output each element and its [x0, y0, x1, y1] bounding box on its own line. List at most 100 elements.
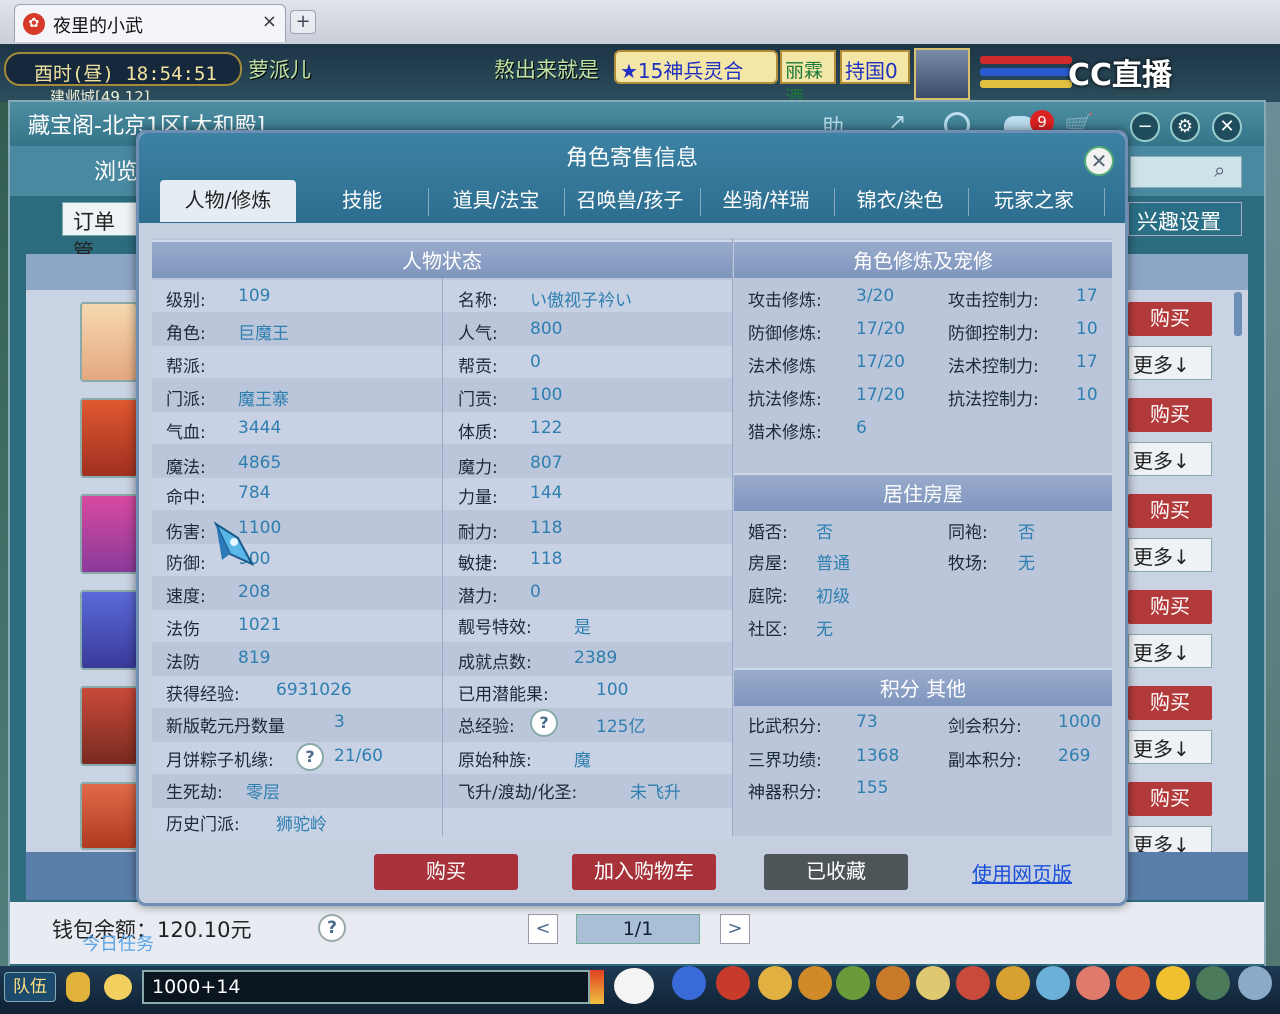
cultivation-value: 17/20: [856, 352, 905, 372]
npc-chat-text: 熬出来就是: [494, 58, 599, 82]
tab-player-home[interactable]: 玩家之家: [968, 180, 1100, 222]
browser-tab[interactable]: ✿ 夜里的小武 ×: [14, 4, 286, 42]
stat-value: 零层: [246, 783, 280, 803]
favorited-button[interactable]: 已收藏: [764, 854, 908, 890]
stat-label: 人气:: [458, 324, 498, 344]
settings-icon[interactable]: ⚙: [1170, 112, 1200, 142]
stat-value: 3444: [238, 418, 282, 438]
stat-label: 魔力:: [458, 458, 498, 478]
guild-icon[interactable]: [956, 966, 990, 1000]
skill-icon[interactable]: [798, 966, 832, 1000]
emote-icon[interactable]: [1156, 966, 1190, 1000]
stat-label: 新版乾元丹数量: [166, 717, 285, 737]
listing-scrollbar[interactable]: [1234, 292, 1242, 336]
tab-items[interactable]: 道具/法宝: [432, 180, 560, 222]
computer-icon[interactable]: [1238, 966, 1272, 1000]
stat-value: 魔: [574, 751, 591, 771]
listing-buy-button[interactable]: 购买: [1128, 782, 1212, 816]
listing-buy-button[interactable]: 购买: [1128, 590, 1212, 624]
interest-settings-button[interactable]: 兴趣设置: [1128, 202, 1242, 236]
new-tab-button[interactable]: +: [290, 10, 316, 34]
listing-buy-button[interactable]: 购买: [1128, 302, 1212, 336]
pet-icon[interactable]: [614, 968, 654, 1004]
stat-value: 208: [238, 582, 271, 602]
mic-icon[interactable]: [66, 972, 90, 1002]
help-question-icon[interactable]: ?: [318, 914, 346, 942]
team-button[interactable]: 队伍: [4, 972, 56, 1002]
prev-page-button[interactable]: <: [528, 914, 558, 944]
stat-value: 1021: [238, 615, 282, 635]
mooncake-help-icon[interactable]: ?: [296, 743, 324, 771]
listing-buy-button[interactable]: 购买: [1128, 494, 1212, 528]
daily-task-link[interactable]: 今日任务: [82, 930, 154, 956]
team-icon[interactable]: [836, 966, 870, 1000]
stat-label: 级别:: [166, 291, 206, 311]
hud-chip-2[interactable]: 丽霖酒: [780, 50, 836, 109]
stat-label: 总经验:: [458, 717, 515, 737]
tab-skills[interactable]: 技能: [298, 180, 426, 222]
player-portrait[interactable]: [914, 48, 970, 100]
listing-avatar[interactable]: [80, 494, 138, 574]
stat-value: 819: [238, 648, 271, 668]
close-icon[interactable]: ✕: [1212, 112, 1242, 142]
tab-close-icon[interactable]: ×: [262, 11, 277, 32]
total-exp-help-icon[interactable]: ?: [530, 709, 558, 737]
bag-icon[interactable]: [716, 966, 750, 1000]
gift-icon[interactable]: [758, 966, 792, 1000]
hud-chip-3[interactable]: 持国0: [840, 50, 910, 84]
next-page-button[interactable]: >: [720, 914, 750, 944]
listing-avatar[interactable]: [80, 302, 138, 382]
minimize-icon[interactable]: −: [1130, 112, 1160, 142]
chat-input[interactable]: 1000+14: [142, 970, 590, 1004]
attack-icon[interactable]: [672, 966, 706, 1000]
listing-avatar[interactable]: [80, 686, 138, 766]
section-points-header: 积分 其他: [734, 668, 1112, 706]
house-label: 庭院:: [748, 587, 788, 607]
scroll-icon[interactable]: [916, 966, 950, 1000]
cultivation-label: 防御修炼:: [748, 324, 822, 344]
stat-label: 角色:: [166, 324, 206, 344]
pet-menu-icon[interactable]: [876, 966, 910, 1000]
buy-button[interactable]: 购买: [374, 854, 518, 890]
listing-more-button[interactable]: 更多↓: [1128, 346, 1212, 380]
map-icon[interactable]: [1036, 966, 1070, 1000]
peach-icon[interactable]: [1076, 966, 1110, 1000]
tab-mounts[interactable]: 坐骑/祥瑞: [700, 180, 832, 222]
listing-more-button[interactable]: 更多↓: [1128, 442, 1212, 476]
bell-icon[interactable]: [996, 966, 1030, 1000]
stat-value: 800: [530, 319, 563, 339]
stat-value: 100: [596, 680, 629, 700]
stat-label: 门贡:: [458, 390, 498, 410]
search-icon[interactable]: ⌕: [1214, 158, 1225, 182]
nav-browse[interactable]: 浏览: [94, 154, 138, 186]
use-web-version-link[interactable]: 使用网页版: [972, 858, 1072, 887]
house-value: 无: [1018, 554, 1035, 574]
modal-close-icon[interactable]: ✕: [1084, 146, 1114, 176]
tab-summons[interactable]: 召唤兽/孩子: [564, 180, 696, 222]
listing-buy-button[interactable]: 购买: [1128, 686, 1212, 720]
vitality-gauge: [590, 970, 604, 1004]
tab-outfits[interactable]: 锦衣/染色: [834, 180, 966, 222]
tab-character[interactable]: 人物/修炼: [160, 180, 296, 222]
cultivation-label: 抗法修炼:: [748, 390, 822, 410]
stat-label: 防御:: [166, 554, 206, 574]
chat-bubble-icon[interactable]: [104, 974, 132, 1000]
page-indicator: 1/1: [576, 914, 700, 944]
stat-value: 4865: [238, 453, 282, 473]
listing-avatar[interactable]: [80, 590, 138, 670]
hud-chip-1[interactable]: ★15神兵灵合: [614, 50, 778, 84]
game-clock: 酉时(昼) 18:54:51: [4, 52, 242, 86]
stat-value: 100: [530, 385, 563, 405]
listing-buy-button[interactable]: 购买: [1128, 398, 1212, 432]
friends-icon[interactable]: [1116, 966, 1150, 1000]
order-management-button[interactable]: 订单管: [62, 202, 142, 264]
listing-more-button[interactable]: 更多↓: [1128, 634, 1212, 668]
listing-avatar[interactable]: [80, 782, 138, 850]
listing-more-button[interactable]: 更多↓: [1128, 538, 1212, 572]
cultivation-label: 攻击控制力:: [948, 291, 1039, 311]
system-icon[interactable]: [1196, 966, 1230, 1000]
stat-value: 是: [574, 618, 591, 638]
add-to-cart-button[interactable]: 加入购物车: [572, 854, 716, 890]
listing-avatar[interactable]: [80, 398, 138, 478]
listing-more-button[interactable]: 更多↓: [1128, 730, 1212, 764]
